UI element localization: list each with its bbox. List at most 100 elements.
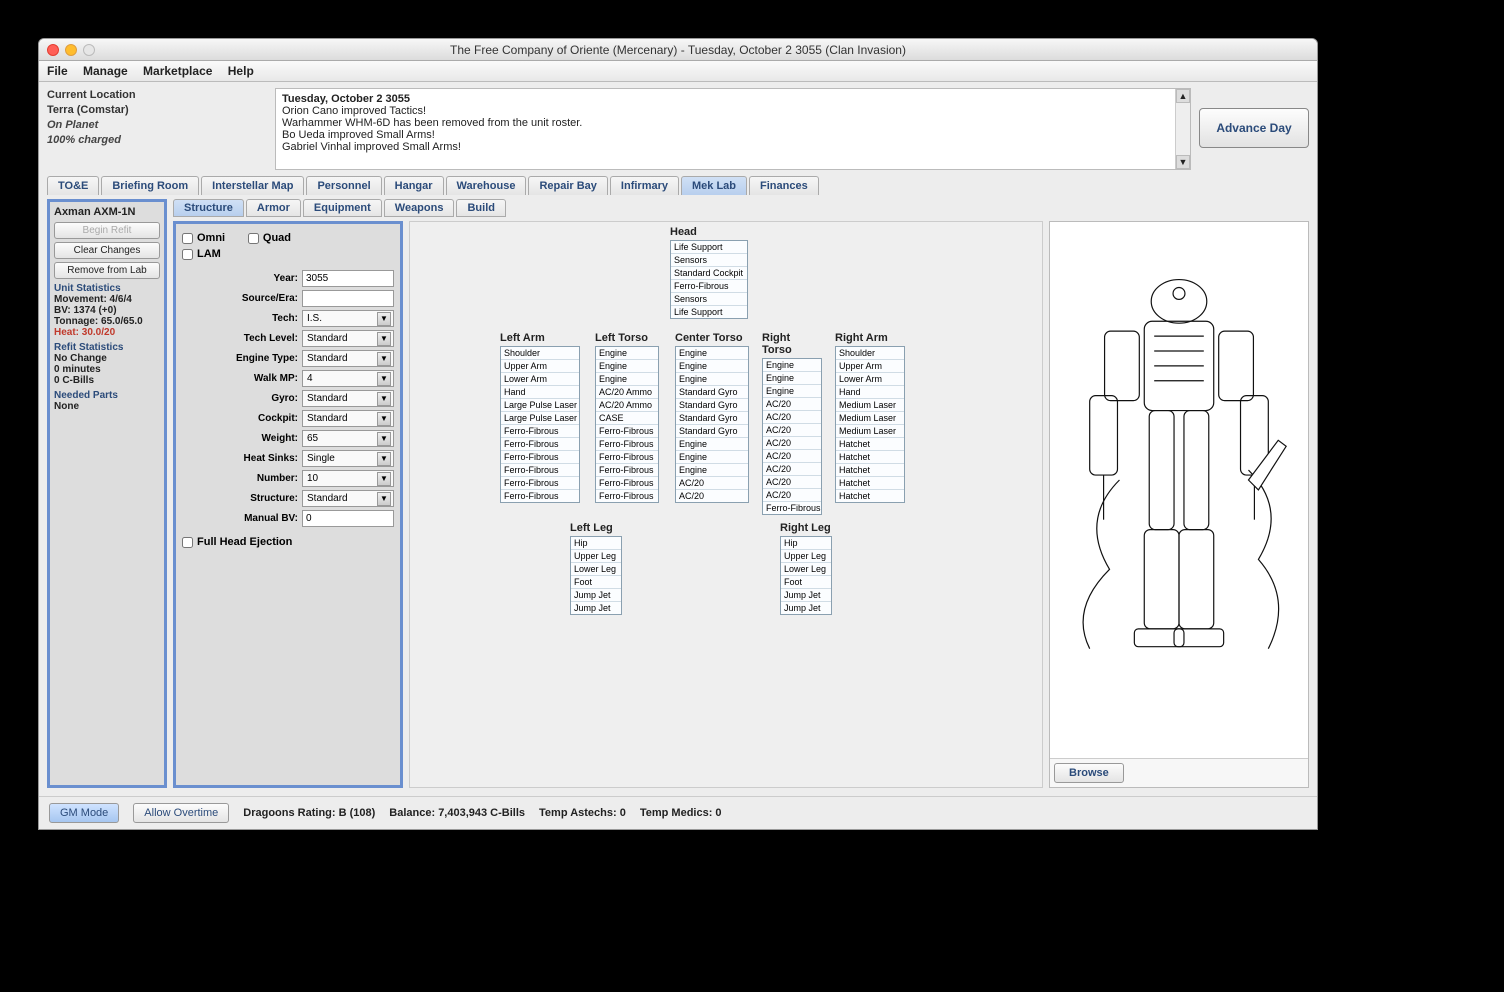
tab-personnel[interactable]: Personnel [306, 176, 381, 195]
allow-overtime-button[interactable]: Allow Overtime [133, 803, 229, 823]
lt-slots[interactable]: EngineEngineEngineAC/20 AmmoAC/20 AmmoCA… [595, 346, 659, 503]
slot-item[interactable]: Ferro-Fibrous [763, 502, 821, 514]
slot-item[interactable]: Medium Laser [836, 399, 904, 412]
slot-item[interactable]: Engine [596, 360, 658, 373]
subtab-armor[interactable]: Armor [246, 199, 301, 217]
subtab-weapons[interactable]: Weapons [384, 199, 455, 217]
manualbv-input[interactable] [302, 510, 394, 527]
quad-checkbox[interactable]: Quad [248, 232, 291, 244]
slot-item[interactable]: AC/20 [763, 489, 821, 502]
slot-item[interactable]: Medium Laser [836, 425, 904, 438]
slot-item[interactable]: Ferro-Fibrous [596, 438, 658, 451]
begin-refit-button[interactable]: Begin Refit [54, 222, 160, 239]
slot-item[interactable]: Ferro-Fibrous [596, 477, 658, 490]
slot-item[interactable]: Hand [501, 386, 579, 399]
slot-item[interactable]: Hatchet [836, 451, 904, 464]
slot-item[interactable]: Standard Cockpit [671, 267, 747, 280]
slot-item[interactable]: AC/20 [763, 476, 821, 489]
slot-item[interactable]: Lower Arm [501, 373, 579, 386]
slot-item[interactable]: Ferro-Fibrous [671, 280, 747, 293]
tab-meklab[interactable]: Mek Lab [681, 176, 747, 195]
heatsinks-select[interactable]: Single▼ [302, 450, 394, 467]
slot-item[interactable]: Ferro-Fibrous [596, 425, 658, 438]
slot-item[interactable]: Ferro-Fibrous [501, 438, 579, 451]
slot-item[interactable]: Shoulder [836, 347, 904, 360]
browse-button[interactable]: Browse [1054, 763, 1124, 783]
slot-item[interactable]: AC/20 [763, 463, 821, 476]
tab-map[interactable]: Interstellar Map [201, 176, 304, 195]
slot-item[interactable]: Lower Arm [836, 373, 904, 386]
slot-item[interactable]: Jump Jet [571, 589, 621, 602]
slot-item[interactable]: Engine [763, 359, 821, 372]
ct-slots[interactable]: EngineEngineEngineStandard GyroStandard … [675, 346, 749, 503]
slot-item[interactable]: AC/20 [763, 411, 821, 424]
slot-item[interactable]: Ferro-Fibrous [501, 477, 579, 490]
slot-item[interactable]: Large Pulse Laser [501, 412, 579, 425]
slot-item[interactable]: Engine [676, 438, 748, 451]
slot-item[interactable]: Engine [676, 451, 748, 464]
slot-item[interactable]: Upper Leg [781, 550, 831, 563]
slot-item[interactable]: Engine [596, 347, 658, 360]
lam-checkbox[interactable]: LAM [182, 248, 221, 260]
slot-item[interactable]: Engine [676, 347, 748, 360]
slot-item[interactable]: Upper Arm [501, 360, 579, 373]
slot-item[interactable]: Ferro-Fibrous [596, 464, 658, 477]
slot-item[interactable]: Engine [676, 360, 748, 373]
gm-mode-button[interactable]: GM Mode [49, 803, 119, 823]
slot-item[interactable]: Engine [763, 385, 821, 398]
year-input[interactable] [302, 270, 394, 287]
slot-item[interactable]: Upper Arm [836, 360, 904, 373]
slot-item[interactable]: AC/20 [676, 490, 748, 502]
cockpit-select[interactable]: Standard▼ [302, 410, 394, 427]
slot-item[interactable]: Medium Laser [836, 412, 904, 425]
slot-item[interactable]: Standard Gyro [676, 425, 748, 438]
slot-item[interactable]: AC/20 [763, 450, 821, 463]
slot-item[interactable]: Sensors [671, 254, 747, 267]
subtab-structure[interactable]: Structure [173, 199, 244, 217]
slot-item[interactable]: Ferro-Fibrous [501, 490, 579, 502]
slot-item[interactable]: AC/20 [763, 437, 821, 450]
walkmp-select[interactable]: 4▼ [302, 370, 394, 387]
ra-slots[interactable]: ShoulderUpper ArmLower ArmHandMedium Las… [835, 346, 905, 503]
structure-select[interactable]: Standard▼ [302, 490, 394, 507]
menu-manage[interactable]: Manage [83, 64, 128, 78]
rt-slots[interactable]: EngineEngineEngineAC/20AC/20AC/20AC/20AC… [762, 358, 822, 515]
slot-item[interactable]: Hatchet [836, 490, 904, 502]
techlevel-select[interactable]: Standard▼ [302, 330, 394, 347]
hsnumber-select[interactable]: 10▼ [302, 470, 394, 487]
slot-item[interactable]: Life Support [671, 241, 747, 254]
slot-item[interactable]: Ferro-Fibrous [596, 451, 658, 464]
slot-item[interactable]: Lower Leg [571, 563, 621, 576]
slot-item[interactable]: Engine [596, 373, 658, 386]
slot-item[interactable]: CASE [596, 412, 658, 425]
rl-slots[interactable]: HipUpper LegLower LegFootJump JetJump Je… [780, 536, 832, 615]
menu-help[interactable]: Help [228, 64, 254, 78]
slot-item[interactable]: Engine [676, 464, 748, 477]
remove-from-lab-button[interactable]: Remove from Lab [54, 262, 160, 279]
slot-item[interactable]: Lower Leg [781, 563, 831, 576]
engine-select[interactable]: Standard▼ [302, 350, 394, 367]
slot-item[interactable]: Standard Gyro [676, 386, 748, 399]
tab-finances[interactable]: Finances [749, 176, 819, 195]
slot-item[interactable]: Jump Jet [571, 602, 621, 614]
slot-item[interactable]: Hatchet [836, 477, 904, 490]
tab-infirmary[interactable]: Infirmary [610, 176, 679, 195]
gyro-select[interactable]: Standard▼ [302, 390, 394, 407]
scroll-up-icon[interactable]: ▲ [1176, 89, 1190, 103]
slot-item[interactable]: AC/20 Ammo [596, 386, 658, 399]
menu-file[interactable]: File [47, 64, 68, 78]
slot-item[interactable]: Standard Gyro [676, 412, 748, 425]
slot-item[interactable]: Ferro-Fibrous [501, 425, 579, 438]
slot-item[interactable]: Life Support [671, 306, 747, 318]
log-scrollbar[interactable]: ▲ ▼ [1175, 89, 1190, 169]
tab-hangar[interactable]: Hangar [384, 176, 444, 195]
slot-item[interactable]: Standard Gyro [676, 399, 748, 412]
advance-day-button[interactable]: Advance Day [1199, 108, 1309, 148]
omni-checkbox[interactable]: Omni [182, 232, 225, 244]
slot-item[interactable]: Ferro-Fibrous [501, 464, 579, 477]
slot-item[interactable]: AC/20 [763, 398, 821, 411]
tab-warehouse[interactable]: Warehouse [446, 176, 527, 195]
slot-item[interactable]: AC/20 Ammo [596, 399, 658, 412]
subtab-equipment[interactable]: Equipment [303, 199, 382, 217]
slot-item[interactable]: Hip [781, 537, 831, 550]
